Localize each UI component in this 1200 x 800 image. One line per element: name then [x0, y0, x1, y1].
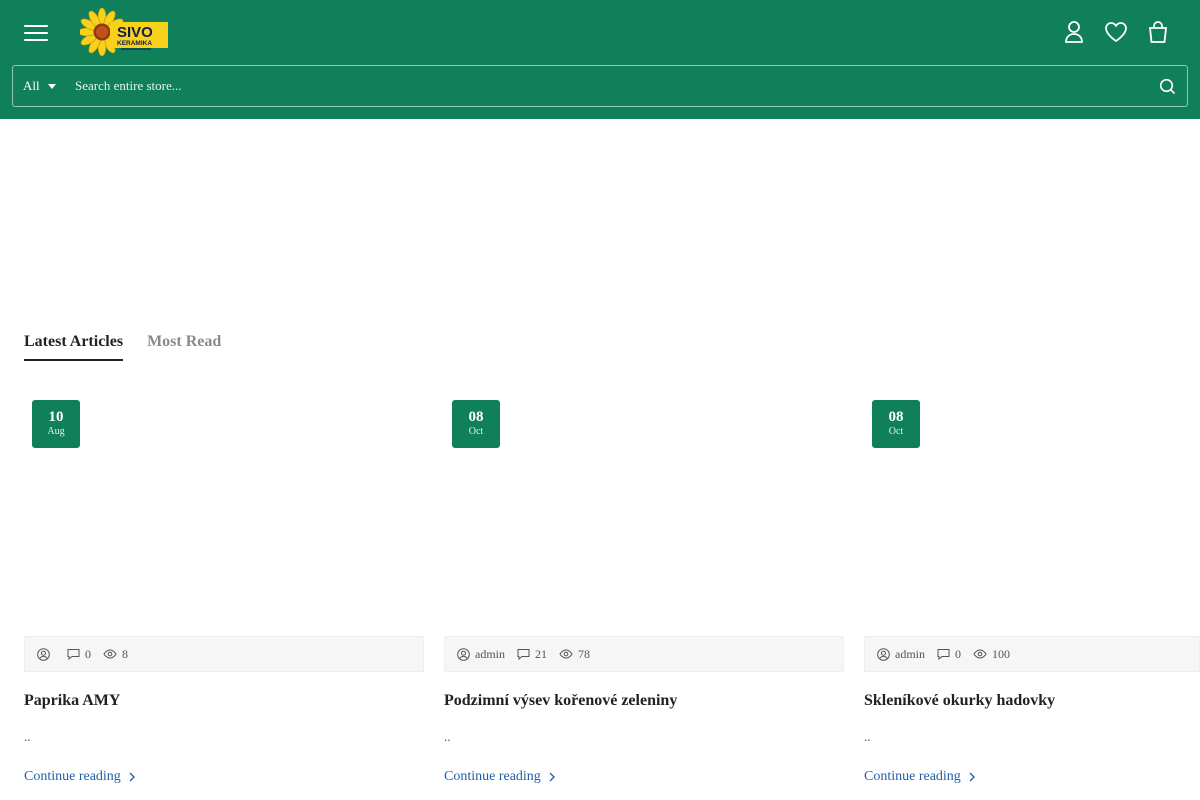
date-badge: 10 Aug [32, 400, 80, 448]
cart-bag-icon[interactable] [1146, 18, 1170, 46]
search-bar: All [12, 65, 1188, 107]
continue-reading-link[interactable]: Continue reading [864, 769, 975, 785]
comments-meta: 0 [937, 647, 961, 662]
category-dropdown[interactable]: All [13, 66, 75, 106]
article-excerpt: .. [864, 729, 871, 744]
author-icon [457, 647, 470, 661]
chevron-right-icon [969, 772, 975, 782]
date-month: Oct [888, 426, 904, 437]
author-meta: admin [877, 647, 925, 662]
date-month: Oct [468, 426, 484, 437]
article-meta: admin 0 100 [864, 636, 1200, 672]
views-meta: 100 [973, 647, 1010, 662]
eye-icon [973, 649, 987, 659]
article-title[interactable]: Podzimní výsev kořenové zeleniny [444, 692, 677, 710]
article-tabs: Latest Articles Most Read [24, 333, 221, 361]
article-excerpt: .. [444, 729, 451, 744]
hamburger-menu-icon[interactable] [24, 22, 50, 44]
comments-meta: 21 [517, 647, 547, 662]
continue-reading-label: Continue reading [24, 769, 121, 784]
category-dropdown-label: All [23, 78, 40, 93]
search-input[interactable] [75, 66, 1147, 106]
article-meta: admin 21 78 [444, 636, 844, 672]
wishlist-heart-icon[interactable] [1104, 18, 1128, 46]
account-icon[interactable] [1062, 18, 1086, 46]
comment-icon [67, 649, 80, 660]
comment-count: 21 [535, 646, 547, 661]
sunflower-logo-icon: SIVO KERAMIKA [77, 7, 168, 57]
view-count: 100 [992, 646, 1010, 661]
date-day: 10 [48, 409, 64, 425]
date-badge: 08 Oct [452, 400, 500, 448]
comment-icon [937, 649, 950, 660]
author-meta [37, 647, 55, 661]
date-badge: 08 Oct [872, 400, 920, 448]
continue-reading-label: Continue reading [444, 769, 541, 784]
author-name: admin [475, 646, 505, 661]
continue-reading-label: Continue reading [864, 769, 961, 784]
tab-most-read[interactable]: Most Read [147, 333, 221, 361]
author-name: admin [895, 646, 925, 661]
eye-icon [559, 649, 573, 659]
article-title[interactable]: Paprika AMY [24, 692, 120, 710]
article-card: 08 Oct admin 0 100 Skleníkové okurky had… [864, 388, 1200, 800]
author-meta: admin [457, 647, 505, 662]
eye-icon [103, 649, 117, 659]
date-month: Aug [47, 426, 65, 437]
views-meta: 8 [103, 647, 128, 662]
article-excerpt: .. [24, 729, 31, 744]
author-icon [877, 647, 890, 661]
logo-wordmark: SIVO [117, 24, 153, 41]
site-logo[interactable]: SIVO KERAMIKA [77, 7, 168, 57]
continue-reading-link[interactable]: Continue reading [444, 769, 555, 785]
comments-meta: 0 [67, 647, 91, 662]
site-header: SIVO KERAMIKA All [0, 0, 1200, 119]
view-count: 78 [578, 646, 590, 661]
chevron-right-icon [129, 772, 135, 782]
view-count: 8 [122, 646, 128, 661]
search-icon[interactable] [1147, 66, 1187, 106]
comment-count: 0 [85, 646, 91, 661]
article-card: 10 Aug 0 8 Paprika AMY .. Continue readi… [24, 388, 424, 800]
comment-icon [517, 649, 530, 660]
views-meta: 78 [559, 647, 590, 662]
article-title[interactable]: Skleníkové okurky hadovky [864, 692, 1055, 710]
article-meta: 0 8 [24, 636, 424, 672]
article-card: 08 Oct admin 21 78 Podzimní výsev kořeno… [444, 388, 844, 800]
comment-count: 0 [955, 646, 961, 661]
logo-subtitle: KERAMIKA [117, 40, 152, 47]
tab-latest-articles[interactable]: Latest Articles [24, 333, 124, 361]
date-day: 08 [888, 409, 904, 425]
chevron-right-icon [549, 772, 555, 782]
caret-down-icon [47, 83, 56, 89]
continue-reading-link[interactable]: Continue reading [24, 769, 135, 785]
date-day: 08 [468, 409, 484, 425]
author-icon [37, 647, 50, 661]
